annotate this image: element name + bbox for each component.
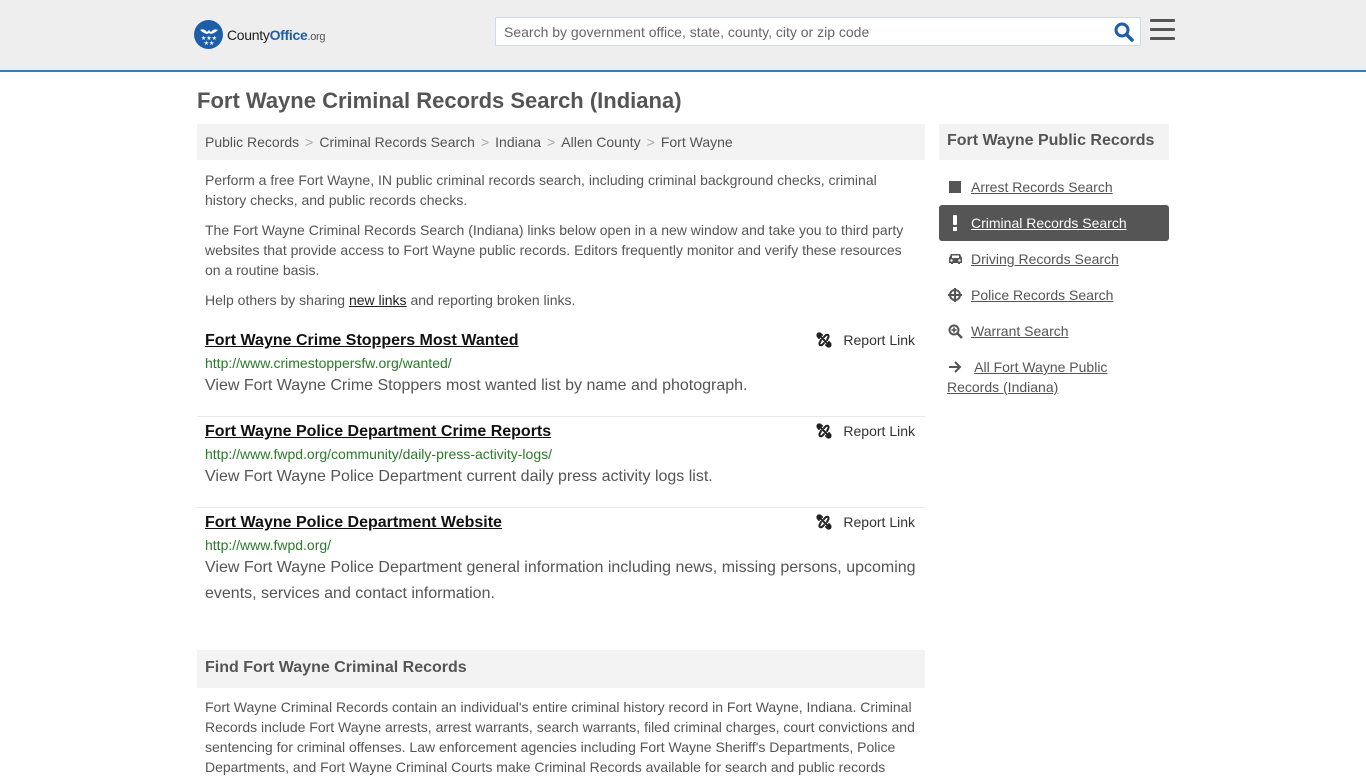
report-link-label: Report Link <box>843 514 915 530</box>
breadcrumb: Public Records > Criminal Records Search > I… <box>197 124 925 160</box>
sidebar-heading: Fort Wayne Public Records <box>939 124 1169 160</box>
hamburger-menu-icon[interactable] <box>1150 19 1175 41</box>
breadcrumb-indiana[interactable]: Indiana <box>495 134 541 150</box>
result-description: View Fort Wayne Police Department genera… <box>205 559 916 602</box>
sidebar-item-driving-records[interactable]: Driving Records Search <box>939 241 1169 277</box>
arrow-right-icon <box>947 357 963 377</box>
intro-text: Perform a free Fort Wayne, IN public cri… <box>205 170 917 320</box>
breadcrumb-fort-wayne[interactable]: Fort Wayne <box>661 134 733 150</box>
report-link-label: Report Link <box>843 423 915 439</box>
result-title-link[interactable]: Fort Wayne Police Department Website <box>205 514 502 532</box>
result-item: Fort Wayne Crime Stoppers Most Wanted ht… <box>197 326 925 417</box>
svg-text:★★: ★★ <box>203 40 214 46</box>
breadcrumb-separator: > <box>646 134 655 150</box>
sidebar-item-warrant-search[interactable]: Warrant Search <box>939 313 1169 349</box>
report-link-label: Report Link <box>843 332 915 348</box>
result-title-link[interactable]: Fort Wayne Police Department Crime Repor… <box>205 423 551 441</box>
report-link-button[interactable]: Report Link <box>816 423 915 439</box>
report-link-button[interactable]: Report Link <box>816 332 915 348</box>
report-link-button[interactable]: Report Link <box>816 514 915 530</box>
breadcrumb-public-records[interactable]: Public Records <box>205 134 299 150</box>
results-list: Fort Wayne Crime Stoppers Most Wanted ht… <box>197 326 925 617</box>
eagle-logo-icon: ★★★ ★★ <box>194 20 223 49</box>
logo-text: CountyOffice.org <box>227 26 326 43</box>
new-links-link[interactable]: new links <box>349 292 407 308</box>
sidebar-item-label[interactable]: All Fort Wayne Public Records (Indiana) <box>947 359 1107 395</box>
result-url: http://www.crimestoppersfw.org/wanted/ <box>205 355 452 371</box>
sidebar-item-all-public-records[interactable]: All Fort Wayne Public Records (Indiana) <box>939 349 1169 405</box>
logo-link[interactable]: ★★★ ★★ CountyOffice.org <box>194 20 326 49</box>
sidebar-item-label[interactable]: Police Records Search <box>971 285 1113 305</box>
sidebar-item-criminal-records[interactable]: Criminal Records Search <box>939 205 1169 241</box>
broken-link-icon <box>816 423 832 439</box>
intro-paragraph-3: Help others by sharing new links and rep… <box>205 292 576 308</box>
sidebar-item-label[interactable]: Warrant Search <box>971 321 1069 341</box>
sidebar-item-label[interactable]: Driving Records Search <box>971 249 1119 269</box>
result-url: http://www.fwpd.org/ <box>205 537 332 553</box>
broken-link-icon <box>816 514 832 530</box>
sidebar-item-arrest-records[interactable]: Arrest Records Search <box>939 169 1169 205</box>
car-icon <box>947 249 963 269</box>
result-title-link[interactable]: Fort Wayne Crime Stoppers Most Wanted <box>205 332 519 350</box>
breadcrumb-separator: > <box>547 134 556 150</box>
result-item: Fort Wayne Police Department Crime Repor… <box>197 417 925 508</box>
breadcrumb-allen-county[interactable]: Allen County <box>561 134 640 150</box>
sidebar-item-label[interactable]: Arrest Records Search <box>971 177 1113 197</box>
result-description: View Fort Wayne Crime Stoppers most want… <box>205 377 748 394</box>
breadcrumb-separator: > <box>305 134 314 150</box>
search-box <box>495 17 1141 46</box>
sidebar-item-police-records[interactable]: Police Records Search <box>939 277 1169 313</box>
breadcrumb-criminal-records-search[interactable]: Criminal Records Search <box>319 134 475 150</box>
sidebar-item-label[interactable]: Criminal Records Search <box>971 213 1127 233</box>
crosshairs-icon <box>947 285 963 305</box>
search-input[interactable] <box>496 18 1096 45</box>
result-url: http://www.fwpd.org/community/daily-pres… <box>205 446 552 462</box>
breadcrumb-separator: > <box>480 134 490 150</box>
site-header: ★★★ ★★ CountyOffice.org <box>0 0 1366 72</box>
zoom-in-icon <box>947 321 963 341</box>
broken-link-icon <box>816 332 832 348</box>
section-heading: Find Fort Wayne Criminal Records <box>197 650 925 688</box>
square-icon <box>947 177 963 197</box>
result-description: View Fort Wayne Police Department curren… <box>205 468 713 485</box>
section-body-text: Fort Wayne Criminal Records contain an i… <box>205 699 915 775</box>
intro-paragraph-2: The Fort Wayne Criminal Records Search (… <box>205 222 904 278</box>
intro-paragraph-1: Perform a free Fort Wayne, IN public cri… <box>205 172 877 208</box>
sidebar-nav: Arrest Records Search Criminal Records S… <box>939 169 1169 405</box>
result-item: Fort Wayne Police Department Website htt… <box>197 508 925 617</box>
exclamation-icon <box>947 213 963 233</box>
page-title: Fort Wayne Criminal Records Search (Indi… <box>197 88 682 113</box>
search-icon[interactable] <box>1114 22 1134 42</box>
